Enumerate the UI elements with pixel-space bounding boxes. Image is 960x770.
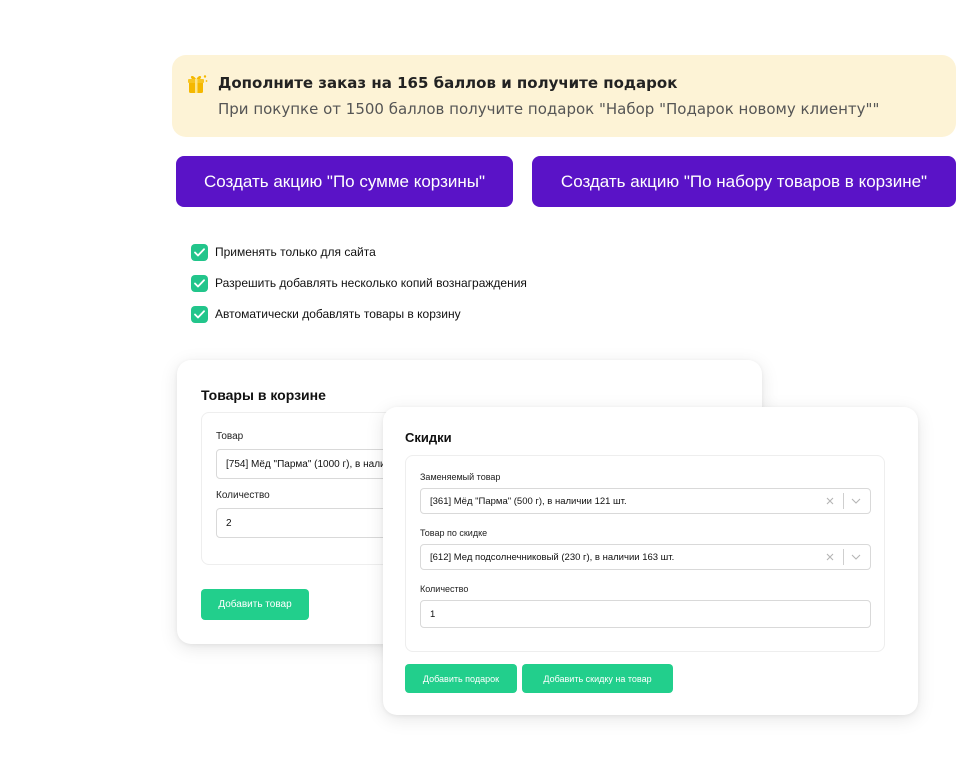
- chevron-down-icon[interactable]: [848, 489, 864, 513]
- discounts-card: Скидки Заменяемый товар [361] Мёд "Парма…: [383, 407, 918, 715]
- card-title: Товары в корзине: [201, 387, 326, 403]
- checkbox-checked-icon[interactable]: [191, 274, 208, 292]
- option-label: Разрешить добавлять несколько копий возн…: [215, 276, 527, 290]
- option-site-only[interactable]: Применять только для сайта: [191, 243, 376, 261]
- checkbox-checked-icon[interactable]: [191, 243, 208, 261]
- select-divider: [843, 549, 844, 565]
- option-multiple-copies[interactable]: Разрешить добавлять несколько копий возн…: [191, 274, 527, 292]
- discount-product-select[interactable]: [612] Мед подсолнечниковый (230 г), в на…: [420, 544, 871, 570]
- option-auto-add[interactable]: Автоматически добавлять товары в корзину: [191, 305, 461, 323]
- add-gift-button[interactable]: Добавить подарок: [405, 664, 517, 693]
- replaced-product-value: [361] Мёд "Парма" (500 г), в наличии 121…: [430, 495, 627, 507]
- banner-subtitle: При покупке от 1500 баллов получите пода…: [218, 100, 880, 118]
- checkbox-checked-icon[interactable]: [191, 305, 208, 323]
- add-product-button[interactable]: Добавить товар: [201, 589, 309, 620]
- replaced-product-select[interactable]: [361] Мёд "Парма" (500 г), в наличии 121…: [420, 488, 871, 514]
- discount-product-label: Товар по скидке: [420, 528, 488, 538]
- create-cart-set-promo-button[interactable]: Создать акцию "По набору товаров в корзи…: [532, 156, 956, 207]
- quantity-input[interactable]: 1: [420, 600, 871, 628]
- product-label: Товар: [216, 431, 244, 442]
- add-discount-button[interactable]: Добавить скидку на товар: [522, 664, 673, 693]
- create-cart-sum-promo-button[interactable]: Создать акцию "По сумме корзины": [176, 156, 513, 207]
- discount-group: Заменяемый товар [361] Мёд "Парма" (500 …: [405, 455, 885, 652]
- quantity-value: 1: [430, 608, 436, 620]
- option-label: Применять только для сайта: [215, 245, 376, 259]
- gift-banner: Дополните заказ на 165 баллов и получите…: [172, 55, 956, 137]
- select-divider: [843, 493, 844, 509]
- gift-icon: [186, 73, 208, 95]
- quantity-label: Количество: [216, 490, 270, 501]
- clear-icon[interactable]: [821, 545, 839, 569]
- replaced-product-label: Заменяемый товар: [420, 472, 501, 482]
- discount-product-value: [612] Мед подсолнечниковый (230 г), в на…: [430, 551, 675, 563]
- option-label: Автоматически добавлять товары в корзину: [215, 307, 461, 321]
- banner-title: Дополните заказ на 165 баллов и получите…: [218, 74, 678, 92]
- chevron-down-icon[interactable]: [848, 545, 864, 569]
- card-title: Скидки: [405, 430, 452, 445]
- clear-icon[interactable]: [821, 489, 839, 513]
- quantity-label: Количество: [420, 584, 469, 594]
